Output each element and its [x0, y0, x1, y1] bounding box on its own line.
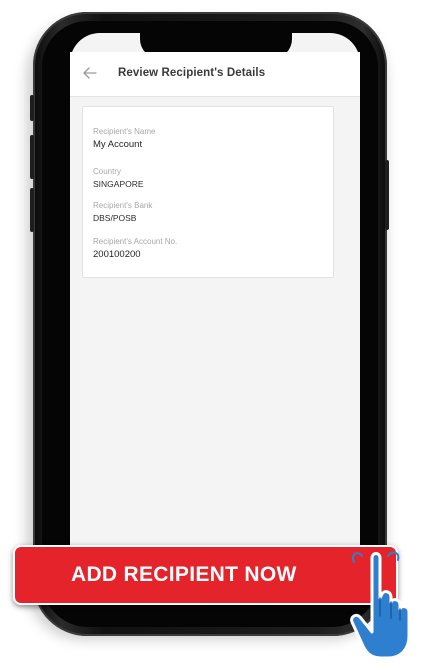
phone-side-button-right — [385, 160, 389, 230]
phone-screen: Review Recipient's Details Recipient's N… — [70, 52, 360, 601]
account-number-field: Recipient's Account No. 200100200 — [93, 237, 177, 260]
add-recipient-now-button[interactable]: ADD RECIPIENT NOW — [13, 545, 398, 605]
field-value: My Account — [93, 139, 143, 150]
bank-field: Recipient's Bank DBS/POSB — [93, 201, 152, 223]
field-value: 200100200 — [93, 249, 141, 260]
arrow-left-icon[interactable] — [82, 66, 98, 80]
field-label: Recipient's Bank — [93, 201, 153, 210]
recipient-name-field: Recipient's Name My Account — [93, 127, 155, 150]
phone-side-button-left-3 — [30, 188, 34, 232]
page-title: Review Recipient's Details — [118, 67, 266, 79]
country-field: Country SINGAPORE — [93, 167, 144, 189]
field-value: DBS/POSB — [93, 213, 137, 223]
field-label: Recipient's Name — [93, 127, 156, 136]
recipient-details-card: Recipient's Name My Account Country SING… — [82, 106, 334, 278]
app-header: Review Recipient's Details — [70, 52, 360, 97]
field-label: Recipient's Account No. — [93, 237, 178, 246]
field-label: Country — [93, 167, 122, 176]
phone-side-button-left-2 — [30, 135, 34, 179]
field-value: SINGAPORE — [93, 179, 144, 189]
hand-pointer-icon — [348, 550, 429, 665]
phone-side-button-left-1 — [30, 95, 34, 121]
